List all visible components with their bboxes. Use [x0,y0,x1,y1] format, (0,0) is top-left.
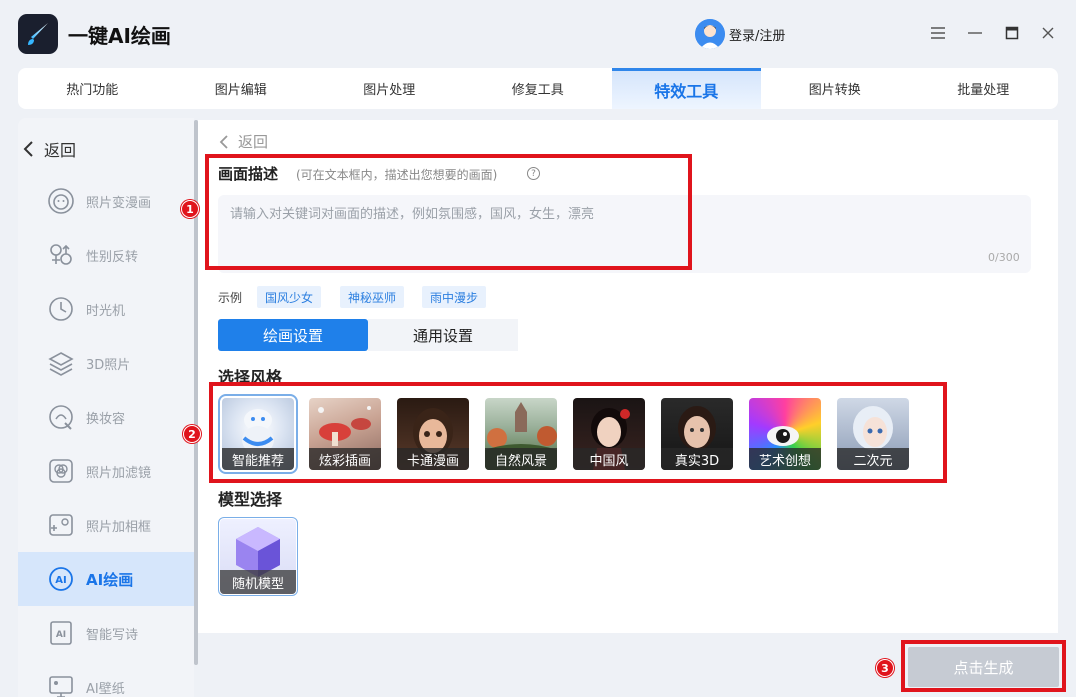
style-card-label: 中国风 [573,448,645,470]
sidebar-item-label: AI壁纸 [86,681,125,697]
menu-icon[interactable] [927,22,949,44]
tab-image-edit[interactable]: 图片编辑 [167,68,316,109]
filter-icon [47,457,75,485]
svg-text:AI: AI [56,630,66,640]
login-label: 登录/注册 [729,28,786,44]
tab-effect-tools[interactable]: 特效工具 [612,68,761,109]
sidebar-back-button[interactable]: 返回 [22,137,76,161]
gender-icon [47,241,75,269]
style-card-label: 真实3D [661,448,733,470]
annotation-marker-2: 2 [183,425,201,443]
example-chip[interactable]: 国风少女 [257,286,322,308]
sidebar-item-label: 智能写诗 [86,627,139,643]
style-card-chinese-style[interactable]: 中国风 [573,398,645,470]
sidebar-item-gender-swap[interactable]: 性别反转 [18,228,194,282]
model-section-title: 模型选择 [218,490,283,509]
content-back-button[interactable]: 返回 [218,131,268,152]
description-input[interactable] [218,195,1031,273]
login-button[interactable]: 登录/注册 [695,19,785,49]
style-card-label: 卡通漫画 [397,448,469,470]
style-card-label: 艺术创想 [749,448,821,470]
title-bar: 一键AI绘画 登录/注册 [0,0,1076,66]
tab-general-settings[interactable]: 通用设置 [368,319,518,351]
tab-image-convert[interactable]: 图片转换 [761,68,910,109]
ai-poem-icon: AI [47,619,75,647]
sidebar-item-3d-photo[interactable]: 3D照片 [18,336,194,390]
category-tab-bar: 热门功能 图片编辑 图片处理 修复工具 特效工具 图片转换 批量处理 [18,68,1058,109]
cartoon-face-icon [47,187,75,215]
example-chip[interactable]: 神秘巫师 [340,286,405,308]
sidebar-item-photo-filter[interactable]: 照片加滤镜 [18,444,194,498]
content-back-label: 返回 [238,133,269,151]
tab-repair-tools[interactable]: 修复工具 [464,68,613,109]
sidebar-back-label: 返回 [44,141,77,160]
sidebar-item-label: 照片变漫画 [86,195,152,211]
makeup-icon [47,403,75,431]
sidebar-item-label: 性别反转 [86,249,139,265]
maximize-icon[interactable] [1001,22,1023,44]
sidebar-item-ai-poem[interactable]: AI 智能写诗 [18,606,194,660]
sidebar-item-photo-frame[interactable]: 照片加相框 [18,498,194,552]
style-section-title: 选择风格 [218,368,283,387]
sidebar-item-label: 时光机 [86,303,126,319]
paintbrush-logo-icon [18,14,58,54]
tab-hot-features[interactable]: 热门功能 [18,68,167,109]
layers-icon [47,349,75,377]
annotation-marker-3: 3 [876,659,894,677]
sidebar-item-time-machine[interactable]: 时光机 [18,282,194,336]
chevron-left-icon [23,141,33,157]
tab-image-process[interactable]: 图片处理 [315,68,464,109]
examples-label: 示例 [218,291,243,305]
user-avatar-icon [695,19,725,49]
minimize-icon[interactable] [964,22,986,44]
chevron-left-icon [219,134,228,149]
style-card-colorful-illustration[interactable]: 炫彩插画 [309,398,381,470]
tab-painting-settings[interactable]: 绘画设置 [218,319,368,351]
help-icon[interactable]: ? [527,167,540,180]
sidebar-item-label: 照片加相框 [86,519,152,535]
svg-text:AI: AI [55,575,66,586]
frame-icon [47,511,75,539]
style-card-realistic-3d[interactable]: 真实3D [661,398,733,470]
generate-button[interactable]: 点击生成 [908,647,1059,687]
style-card-smart-recommend[interactable]: 智能推荐 [218,394,298,474]
style-card-anime[interactable]: 二次元 [837,398,909,470]
sidebar-item-ai-wallpaper[interactable]: AI壁纸 [18,660,194,697]
style-card-art-imagination[interactable]: 艺术创想 [749,398,821,470]
ai-paint-icon: AI [47,565,75,593]
description-title: 画面描述 [218,165,279,183]
style-card-label: 炫彩插画 [309,448,381,470]
sidebar-item-makeup[interactable]: 换妆容 [18,390,194,444]
clock-icon [47,295,75,323]
description-hint: (可在文本框内，描述出您想要的画面) [296,168,498,182]
app-title: 一键AI绘画 [68,24,171,48]
close-icon[interactable] [1037,22,1059,44]
example-chip[interactable]: 雨中漫步 [422,286,487,308]
style-card-label: 自然风景 [485,448,557,470]
char-counter: 0/300 [988,251,1020,264]
sidebar-item-label: 换妆容 [86,411,126,427]
sidebar-item-photo-to-cartoon[interactable]: 照片变漫画 [18,174,194,228]
style-card-natural-scenery[interactable]: 自然风景 [485,398,557,470]
style-card-cartoon-comic[interactable]: 卡通漫画 [397,398,469,470]
tab-batch-process[interactable]: 批量处理 [909,68,1058,109]
style-card-label: 智能推荐 [222,448,294,470]
model-card-random[interactable]: 随机模型 [218,517,298,596]
sidebar-item-ai-paint[interactable]: AI AI绘画 [18,552,194,606]
style-card-label: 二次元 [837,448,909,470]
wallpaper-icon [47,673,75,697]
annotation-marker-1: 1 [181,200,199,218]
sidebar-item-label: AI绘画 [86,570,134,589]
sidebar-item-label: 3D照片 [86,357,131,373]
sidebar-item-label: 照片加滤镜 [86,465,152,481]
model-card-label: 随机模型 [220,570,296,594]
